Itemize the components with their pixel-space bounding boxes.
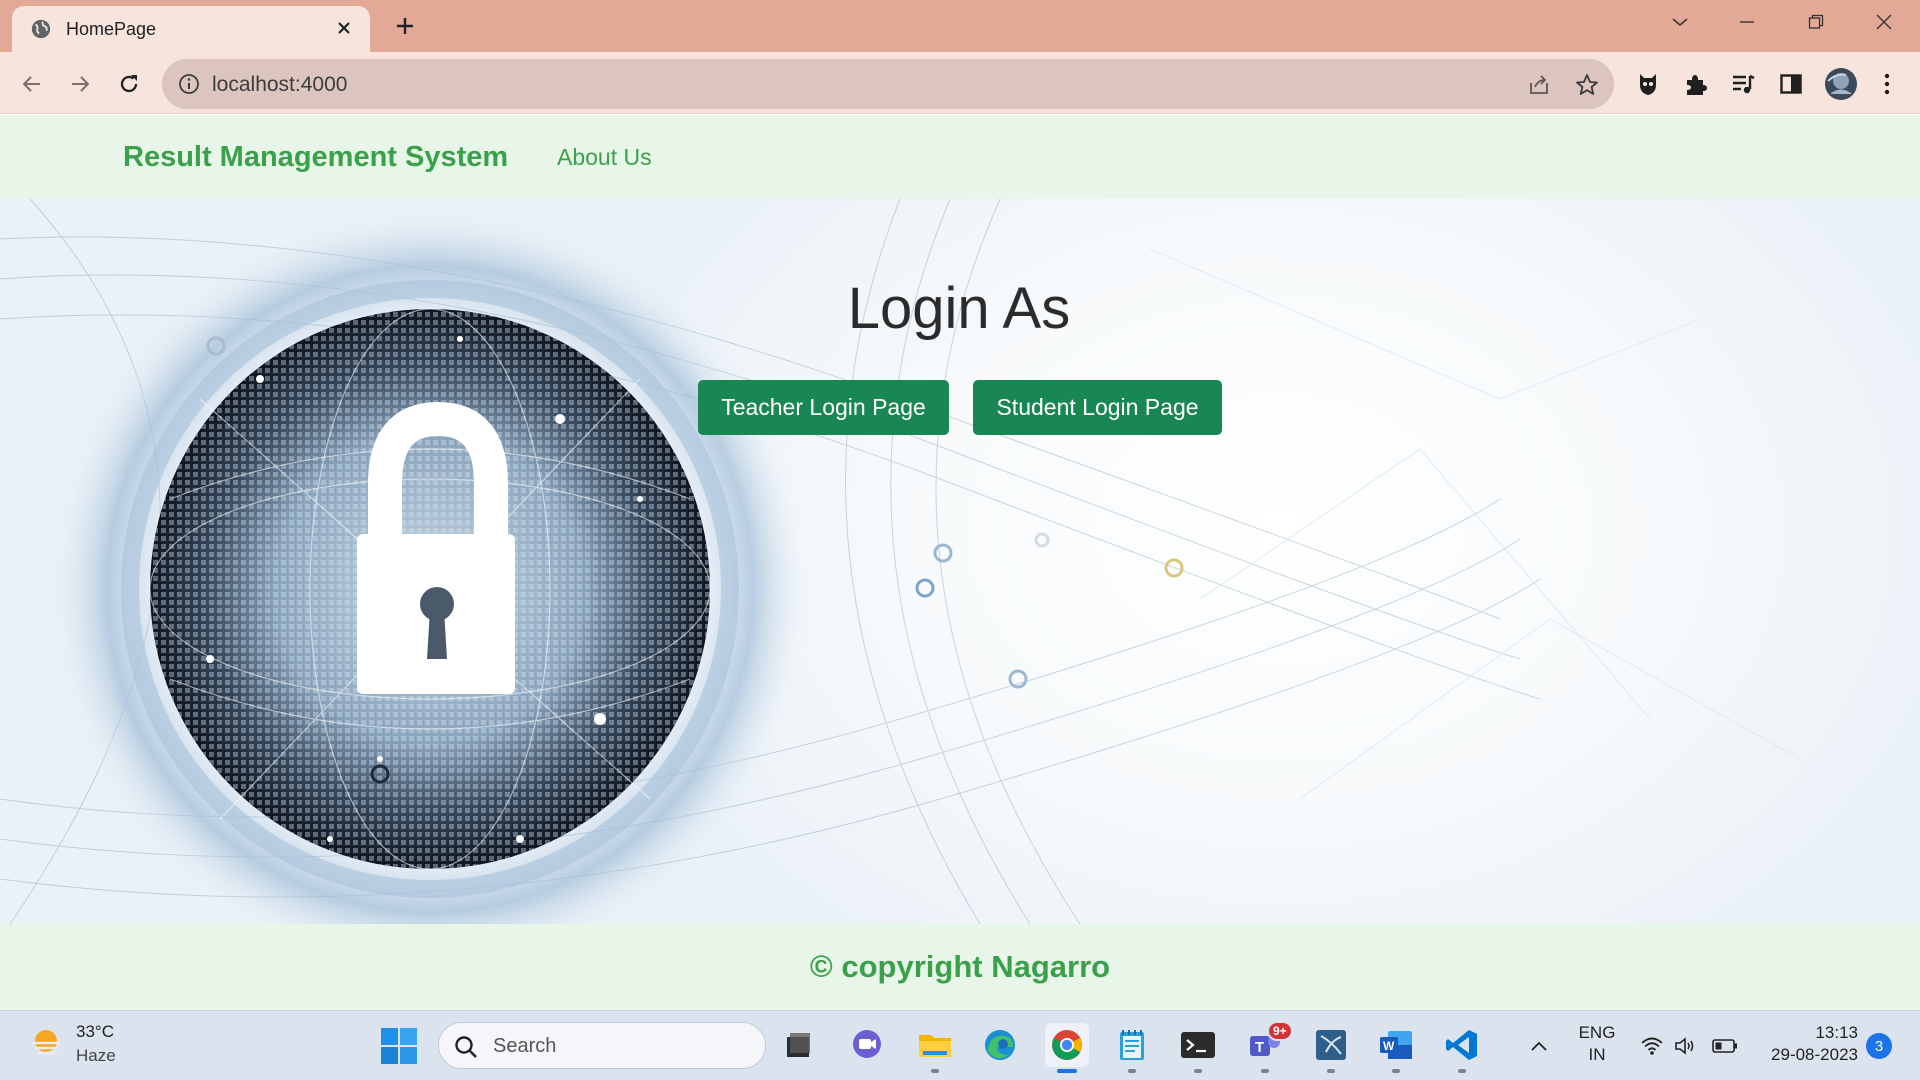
- page-heading: Login As: [847, 276, 1071, 341]
- forward-arrow-icon[interactable]: [63, 67, 97, 101]
- taskbar-search-box[interactable]: Search: [438, 1022, 766, 1069]
- window-close-icon[interactable]: [1866, 8, 1902, 36]
- svg-text:W: W: [1383, 1039, 1395, 1053]
- sun-haze-icon[interactable]: [28, 1025, 64, 1061]
- search-icon: [455, 1036, 477, 1058]
- windows-start-icon[interactable]: [380, 1027, 418, 1065]
- site-footer: © copyright Nagarro: [0, 924, 1920, 1010]
- media-queue-icon[interactable]: [1728, 69, 1758, 99]
- hero-section: Login As Teacher Login Page Student Logi…: [0, 199, 1920, 924]
- brand-link[interactable]: Result Management System: [123, 141, 508, 174]
- weather-condition[interactable]: Haze: [76, 1046, 116, 1066]
- teacher-login-button[interactable]: Teacher Login Page: [698, 380, 949, 435]
- chrome-icon[interactable]: [1045, 1023, 1089, 1073]
- copyright-text: © copyright Nagarro: [809, 949, 1111, 984]
- windows-taskbar: 33°C Haze Search T 9+ W ENG IN 13:13 29-…: [0, 1010, 1920, 1080]
- browser-tab[interactable]: HomePage: [12, 6, 370, 52]
- back-arrow-icon[interactable]: [15, 67, 49, 101]
- close-icon[interactable]: [332, 16, 356, 40]
- teams-badge: 9+: [1267, 1021, 1293, 1041]
- info-icon[interactable]: [178, 73, 200, 95]
- reload-icon[interactable]: [112, 67, 146, 101]
- site-navbar: Result Management System About Us: [0, 115, 1920, 199]
- notepad-icon[interactable]: [1110, 1023, 1154, 1073]
- vscode-icon[interactable]: [1440, 1023, 1484, 1073]
- address-bar[interactable]: localhost:4000: [162, 59, 1614, 109]
- teams-icon[interactable]: T 9+: [1243, 1021, 1293, 1073]
- browser-tab-strip: HomePage: [0, 0, 1920, 52]
- minimize-icon[interactable]: [1729, 8, 1765, 36]
- browser-toolbar: localhost:4000: [0, 52, 1920, 114]
- extension-shield-icon[interactable]: [1633, 69, 1663, 99]
- volume-icon[interactable]: [1672, 1011, 1698, 1080]
- notification-badge[interactable]: 3: [1866, 1033, 1892, 1059]
- edge-icon[interactable]: [978, 1023, 1022, 1067]
- chevron-down-icon[interactable]: [1662, 8, 1698, 36]
- tab-title: HomePage: [66, 19, 157, 39]
- globe-icon: [31, 19, 51, 39]
- file-explorer-dark-icon[interactable]: [777, 1023, 821, 1067]
- side-panel-icon[interactable]: [1776, 69, 1806, 99]
- share-icon[interactable]: [1526, 72, 1552, 98]
- terminal-icon[interactable]: [1176, 1023, 1220, 1073]
- puzzle-icon[interactable]: [1681, 69, 1711, 99]
- plus-icon[interactable]: [388, 12, 422, 40]
- battery-icon[interactable]: [1710, 1011, 1740, 1080]
- file-explorer-icon[interactable]: [913, 1023, 957, 1073]
- weather-temperature[interactable]: 33°C: [76, 1022, 114, 1042]
- clock-time: 13:13: [1815, 1023, 1858, 1042]
- system-clock[interactable]: 13:13 29-08-2023: [1748, 1022, 1858, 1066]
- svg-text:T: T: [1255, 1039, 1264, 1056]
- clock-date: 29-08-2023: [1771, 1045, 1858, 1064]
- language-indicator[interactable]: ENG IN: [1576, 1022, 1618, 1066]
- menu-kebab-icon[interactable]: [1872, 69, 1902, 99]
- student-login-button[interactable]: Student Login Page: [973, 380, 1222, 435]
- nav-about-us-link[interactable]: About Us: [557, 144, 652, 171]
- search-placeholder: Search: [493, 1035, 557, 1057]
- teams-chat-icon[interactable]: [845, 1023, 889, 1067]
- url-text[interactable]: localhost:4000: [212, 73, 347, 97]
- mysql-workbench-icon[interactable]: [1309, 1023, 1353, 1073]
- chevron-up-icon[interactable]: [1524, 1011, 1554, 1080]
- word-icon[interactable]: W: [1374, 1023, 1418, 1073]
- restore-icon[interactable]: [1798, 8, 1834, 36]
- star-icon[interactable]: [1574, 72, 1600, 98]
- profile-avatar[interactable]: [1823, 66, 1859, 102]
- wifi-icon[interactable]: [1638, 1011, 1666, 1080]
